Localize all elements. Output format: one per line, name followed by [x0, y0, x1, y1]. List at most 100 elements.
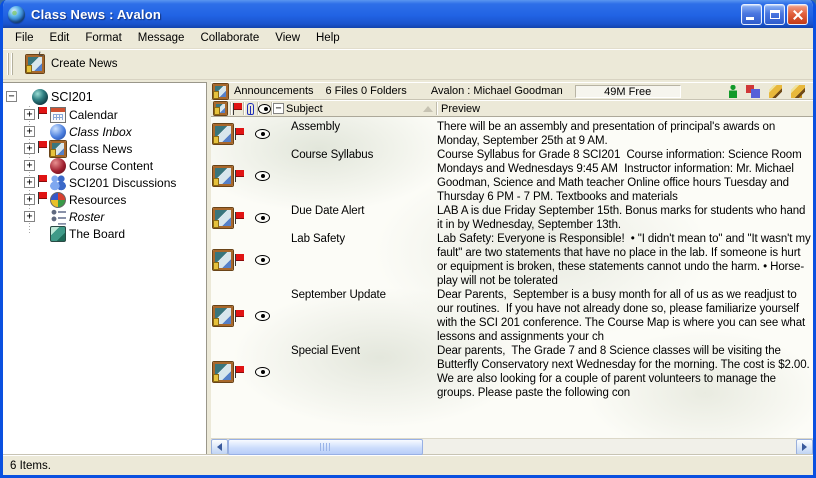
person-icon[interactable] [729, 85, 737, 98]
message-list: Assembly There will be an assembly and p… [211, 117, 813, 438]
list-column-header: Subject Preview [211, 100, 813, 117]
tree-item-roster[interactable]: Roster [3, 208, 206, 225]
flag-icon [234, 170, 245, 182]
toolbar-grip[interactable] [7, 53, 14, 75]
scroll-left-button[interactable] [211, 439, 228, 455]
menu-message[interactable]: Message [130, 29, 193, 47]
maximize-button[interactable] [764, 4, 785, 25]
subject-cell: Lab Safety [291, 232, 437, 288]
board-icon [50, 226, 66, 242]
pencil-icon[interactable] [769, 85, 782, 98]
message-pane: Announcements 6 Files 0 Folders Avalon :… [211, 82, 813, 455]
menu-collaborate[interactable]: Collaborate [192, 29, 267, 47]
tree-item-resources[interactable]: Resources [3, 191, 206, 208]
window-title: Class News : Avalon [31, 7, 735, 22]
news-icon [50, 141, 66, 157]
flag-icon [234, 310, 245, 322]
tree-item-sci201[interactable]: SCI201 [3, 87, 206, 106]
main-area: SCI201 Calendar Class Inbox [3, 80, 813, 455]
minimize-icon [746, 17, 754, 20]
news-icon [213, 306, 233, 326]
titlebar[interactable]: Class News : Avalon [3, 0, 813, 28]
subject-cell: Due Date Alert [291, 204, 437, 232]
collapse-all-icon[interactable] [273, 103, 284, 114]
minimize-button[interactable] [741, 4, 762, 25]
message-row-september-update[interactable]: September Update Dear Parents, September… [211, 288, 813, 344]
stacked-squares-icon[interactable] [746, 85, 760, 98]
sort-ascending-icon [423, 106, 433, 112]
menu-edit[interactable]: Edit [42, 29, 78, 47]
tree-children: Calendar Class Inbox Class News [3, 106, 206, 242]
subject-column-header[interactable]: Subject [272, 101, 436, 116]
create-news-button[interactable]: Create News [19, 52, 124, 76]
toolbar: Create News [3, 49, 813, 80]
message-row-course-syllabus[interactable]: Course Syllabus Course Syllabus for Grad… [211, 148, 813, 204]
news-icon [214, 102, 227, 115]
tree-item-label: Course Content [69, 159, 153, 173]
expand-toggle-icon[interactable] [24, 194, 35, 205]
expand-toggle-icon[interactable] [24, 160, 35, 171]
flag-icon [234, 128, 245, 140]
eye-icon [258, 104, 271, 114]
tree-item-class-inbox[interactable]: Class Inbox [3, 123, 206, 140]
menu-view[interactable]: View [267, 29, 308, 47]
menubar: File Edit Format Message Collaborate Vie… [3, 28, 813, 49]
flag-icon [234, 212, 245, 224]
news-icon [213, 84, 228, 99]
eye-icon [255, 213, 270, 223]
tree-item-label: Class Inbox [69, 125, 132, 139]
pencil-key-icon[interactable] [791, 85, 805, 98]
tree-item-the-board[interactable]: The Board [3, 225, 206, 242]
preview-cell: Dear parents, The Grade 7 and 8 Science … [437, 344, 813, 400]
preview-column-header[interactable]: Preview [437, 101, 813, 116]
item-count: 6 Items. [10, 460, 51, 472]
scrollbar-thumb[interactable] [228, 439, 423, 455]
horizontal-scrollbar[interactable] [211, 438, 813, 455]
eye-icon [255, 311, 270, 321]
eye-icon [255, 129, 270, 139]
expand-toggle-icon[interactable] [24, 109, 35, 120]
attachment-column-header[interactable] [244, 101, 257, 116]
eye-icon [255, 367, 270, 377]
close-button[interactable] [787, 4, 808, 25]
globe-icon [32, 89, 48, 105]
scroll-right-button[interactable] [796, 439, 813, 455]
message-row-lab-safety[interactable]: Lab Safety Lab Safety: Everyone is Respo… [211, 232, 813, 288]
new-item-mark-icon [39, 52, 45, 57]
tree-item-label: The Board [69, 227, 125, 241]
tree-item-calendar[interactable]: Calendar [3, 106, 206, 123]
message-row-due-date-alert[interactable]: Due Date Alert LAB A is due Friday Septe… [211, 204, 813, 232]
tree-item-label: SCI201 Discussions [69, 176, 176, 190]
expand-toggle-icon[interactable] [24, 126, 35, 137]
tree-item-label: Roster [69, 210, 104, 224]
resources-icon [50, 192, 66, 208]
files-summary: 6 Files 0 Folders [326, 85, 407, 97]
expand-toggle-icon[interactable] [24, 177, 35, 188]
tree-item-sci201-discussions[interactable]: SCI201 Discussions [3, 174, 206, 191]
app-globe-icon[interactable] [8, 6, 25, 23]
scrollbar-track[interactable] [228, 439, 796, 455]
tree-item-course-content[interactable]: Course Content [3, 157, 206, 174]
collapse-toggle-icon[interactable] [6, 91, 17, 102]
eye-icon [255, 255, 270, 265]
expand-toggle-icon[interactable] [24, 211, 35, 222]
flag-icon [37, 141, 48, 153]
preview-cell: There will be an assembly and presentati… [437, 120, 813, 148]
item-type-column-header[interactable] [211, 101, 230, 116]
flag-icon [37, 107, 48, 119]
news-icon [213, 208, 233, 228]
menu-help[interactable]: Help [308, 29, 348, 47]
message-row-special-event[interactable]: Special Event Dear parents, The Grade 7 … [211, 344, 813, 400]
message-row-assembly[interactable]: Assembly There will be an assembly and p… [211, 120, 813, 148]
tree-item-class-news[interactable]: Class News [3, 140, 206, 157]
viewed-column-header[interactable] [258, 101, 271, 116]
menu-format[interactable]: Format [77, 29, 129, 47]
flag-column-header[interactable] [231, 101, 243, 116]
info-action-icons [729, 85, 805, 98]
menu-file[interactable]: File [7, 29, 42, 47]
preview-cell: Dear Parents, September is a busy month … [437, 288, 813, 344]
flag-icon [37, 192, 48, 204]
tree-item-label: Resources [69, 193, 126, 207]
folder-tree: SCI201 Calendar Class Inbox [3, 82, 207, 455]
expand-toggle-icon[interactable] [24, 143, 35, 154]
